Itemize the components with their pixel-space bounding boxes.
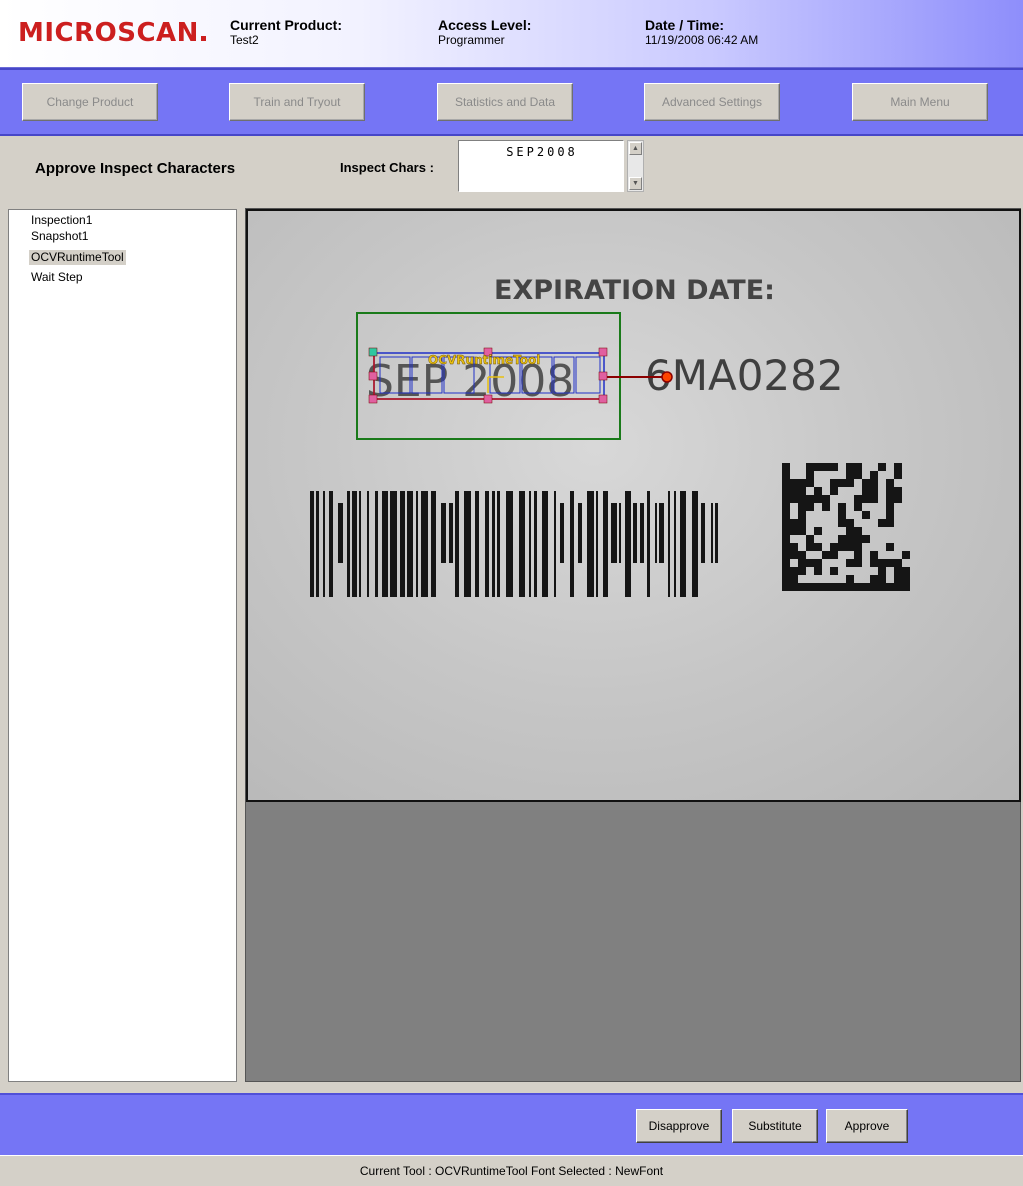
expiration-date-heading: EXPIRATION DATE: — [494, 275, 775, 306]
train-tryout-button[interactable]: Train and Tryout — [229, 83, 365, 121]
datetime-value: 11/19/2008 06:42 AM — [645, 33, 759, 47]
current-product-value: Test2 — [230, 33, 259, 47]
ocv-tool-label: OCVRuntimeTool — [428, 353, 540, 367]
microscan-logo: MICROSCAN — [18, 18, 206, 48]
app-header: MICROSCAN Current Product: Test2 Access … — [0, 0, 1023, 68]
access-level-value: Programmer — [438, 33, 505, 47]
tree-item-snapshot1[interactable]: Snapshot1 — [29, 229, 90, 244]
change-product-button[interactable]: Change Product — [22, 83, 158, 121]
access-level-label: Access Level: — [438, 17, 532, 33]
current-product-info: Current Product: Test2 — [230, 17, 342, 48]
disapprove-button[interactable]: Disapprove — [636, 1109, 722, 1143]
nav-button-band: Change Product Train and Tryout Statisti… — [0, 68, 1023, 136]
action-button-band: Disapprove Substitute Approve — [0, 1093, 1023, 1155]
inspect-chars-scrollbar[interactable]: ▲ ▼ — [627, 140, 644, 192]
statistics-data-button[interactable]: Statistics and Data — [437, 83, 573, 121]
status-text: Current Tool : OCVRuntimeTool Font Selec… — [359, 1164, 664, 1178]
job-tree-panel: Inspection1 Snapshot1 OCVRuntimeTool Wai… — [8, 209, 237, 1082]
approve-button[interactable]: Approve — [826, 1109, 908, 1143]
datamatrix-code — [782, 463, 910, 591]
current-product-label: Current Product: — [230, 17, 342, 33]
datetime-label: Date / Time: — [645, 17, 725, 33]
inspect-chars-field[interactable]: SEP2008 — [458, 140, 624, 192]
camera-image-svg: EXPIRATION DATE: 6MA0282 SEP 2008 OCVRun… — [310, 275, 910, 597]
datetime-info: Date / Time: 11/19/2008 06:42 AM — [645, 17, 759, 48]
scroll-up-icon[interactable]: ▲ — [629, 142, 642, 155]
tree-item-wait-step[interactable]: Wait Step — [29, 270, 85, 285]
lot-code-text: 6MA0282 — [645, 351, 844, 400]
main-menu-button[interactable]: Main Menu — [852, 83, 988, 121]
image-viewer[interactable]: EXPIRATION DATE: 6MA0282 SEP 2008 OCVRun… — [245, 208, 1021, 1082]
tree-item-ocvruntimetool[interactable]: OCVRuntimeTool — [29, 250, 126, 265]
status-bar: Current Tool : OCVRuntimeTool Font Selec… — [0, 1155, 1023, 1186]
substitute-button[interactable]: Substitute — [732, 1109, 818, 1143]
camera-image[interactable]: EXPIRATION DATE: 6MA0282 SEP 2008 OCVRun… — [246, 209, 1021, 802]
page-title: Approve Inspect Characters — [35, 160, 236, 177]
linear-barcode — [310, 491, 718, 597]
inspect-chars-label: Inspect Chars : — [340, 160, 434, 175]
rotation-handle-icon — [661, 371, 673, 383]
advanced-settings-button[interactable]: Advanced Settings — [644, 83, 780, 121]
title-strip: Approve Inspect Characters Inspect Chars… — [0, 136, 1023, 206]
access-level-info: Access Level: Programmer — [438, 17, 532, 48]
inspect-chars-value: SEP2008 — [506, 145, 578, 159]
tree-item-inspection1[interactable]: Inspection1 — [29, 213, 94, 228]
scroll-down-icon[interactable]: ▼ — [629, 177, 642, 190]
